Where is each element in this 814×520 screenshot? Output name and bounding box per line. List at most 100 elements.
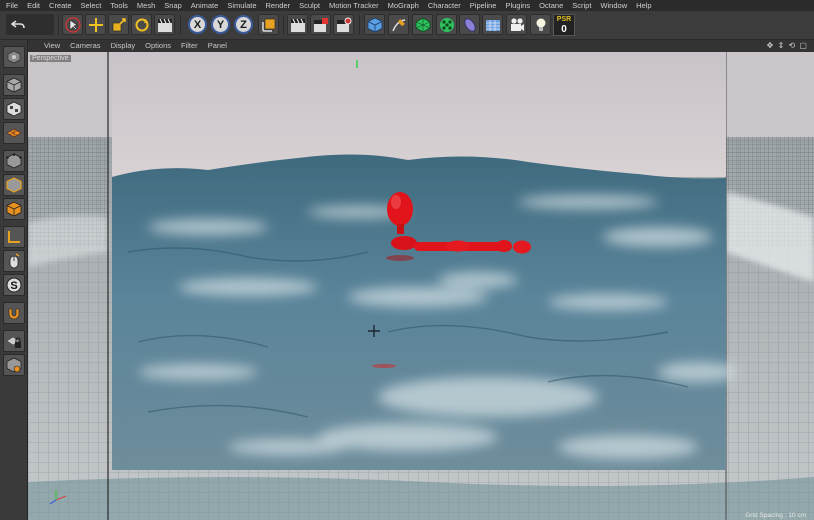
model-mode-button[interactable] [3, 74, 25, 96]
viewport-menu-bar: View Cameras Display Options Filter Pane… [28, 40, 814, 52]
menu-help[interactable]: Help [636, 0, 651, 11]
viewport-menu-cameras[interactable]: Cameras [70, 40, 100, 52]
main-toolbar: X Y Z PSR 0 [0, 11, 814, 40]
light-bulb-icon [536, 18, 545, 31]
menu-plugins[interactable]: Plugins [505, 0, 530, 11]
cloner-icon [439, 17, 454, 32]
camera-label: Perspective [30, 55, 71, 62]
snap-s-icon: S [6, 277, 22, 293]
cursor-select-icon [64, 16, 81, 33]
move-tool-button[interactable] [85, 14, 106, 35]
grid-spacing-label: Grid Spacing : 10 cm [745, 512, 806, 519]
menu-script[interactable]: Script [572, 0, 591, 11]
coordinate-system-button[interactable] [258, 14, 279, 35]
floor-scene-button[interactable] [482, 14, 503, 35]
camera-icon [510, 17, 524, 31]
workplane-mode-button[interactable] [3, 122, 25, 144]
psr-label: PSR [556, 16, 572, 23]
menu-bar: File Edit Create Select Tools Mesh Snap … [0, 0, 814, 11]
snapping-button[interactable]: S [3, 274, 25, 296]
planar-workplane-button[interactable] [3, 354, 25, 376]
menu-tools[interactable]: Tools [110, 0, 128, 11]
menu-character[interactable]: Character [428, 0, 461, 11]
texture-checker-icon [6, 101, 22, 117]
menu-render[interactable]: Render [266, 0, 291, 11]
light-button[interactable] [530, 14, 551, 35]
psr-value: 0 [561, 24, 567, 35]
viewport-menu-view[interactable]: View [44, 40, 60, 52]
make-editable-button[interactable] [3, 46, 25, 68]
render-picture-viewer-button[interactable] [310, 14, 331, 35]
coordinate-system-icon [261, 18, 275, 32]
undo-icon [11, 19, 25, 28]
camera-button[interactable] [506, 14, 527, 35]
svg-text:S: S [10, 280, 17, 292]
deformer-icon [463, 17, 476, 32]
render-settings-icon [336, 17, 351, 32]
live-selection-button[interactable] [62, 14, 83, 35]
rotate-tool-button[interactable] [131, 14, 152, 35]
menu-file[interactable]: File [6, 0, 18, 11]
planar-lock-icon [6, 357, 22, 373]
edges-cube-icon [6, 177, 22, 193]
viewport-scene [28, 52, 814, 520]
menu-create[interactable]: Create [49, 0, 72, 11]
axis-corner-icon [8, 231, 20, 243]
cloner-button[interactable] [436, 14, 457, 35]
edges-mode-button[interactable] [3, 174, 25, 196]
recent-tools-button[interactable] [154, 14, 175, 35]
magnet-icon [8, 308, 20, 320]
subdivision-surface-button[interactable] [412, 14, 433, 35]
menu-animate[interactable]: Animate [191, 0, 219, 11]
polygons-cube-icon [6, 201, 22, 217]
move-icon [88, 17, 103, 32]
z-axis-lock-button[interactable]: Z [234, 15, 253, 34]
viewport-menu-filter[interactable]: Filter [181, 40, 198, 52]
menu-mograph[interactable]: MoGraph [388, 0, 419, 11]
tweak-mouse-icon [9, 253, 20, 269]
menu-sculpt[interactable]: Sculpt [299, 0, 320, 11]
scale-tool-button[interactable] [108, 14, 129, 35]
menu-simulate[interactable]: Simulate [227, 0, 256, 11]
menu-motion-tracker[interactable]: Motion Tracker [329, 0, 379, 11]
points-cube-icon [6, 153, 22, 169]
tweak-mode-button[interactable] [3, 250, 25, 272]
render-picture-viewer-icon [313, 17, 328, 32]
x-axis-lock-button[interactable]: X [188, 15, 207, 34]
menu-edit[interactable]: Edit [27, 0, 40, 11]
locked-workplane-button[interactable] [3, 330, 25, 352]
points-mode-button[interactable] [3, 150, 25, 172]
snap-enable-button[interactable] [3, 302, 25, 324]
axis-mode-button[interactable] [3, 226, 25, 248]
subdivision-icon [415, 17, 430, 32]
render-settings-button[interactable] [333, 14, 354, 35]
left-tool-palette: S [0, 40, 28, 520]
cube-icon [367, 17, 382, 32]
menu-window[interactable]: Window [600, 0, 627, 11]
menu-snap[interactable]: Snap [164, 0, 182, 11]
menu-octane[interactable]: Octane [539, 0, 563, 11]
texture-mode-button[interactable] [3, 98, 25, 120]
psr-indicator[interactable]: PSR 0 [553, 14, 575, 36]
polygons-mode-button[interactable] [3, 198, 25, 220]
floor-grid-icon [485, 19, 500, 31]
viewport-menu-display[interactable]: Display [111, 40, 136, 52]
rotate-icon [135, 18, 148, 31]
perspective-viewport[interactable]: Perspective Grid Spacing : 10 cm [28, 52, 814, 520]
menu-select[interactable]: Select [81, 0, 102, 11]
menu-mesh[interactable]: Mesh [137, 0, 155, 11]
y-axis-lock-button[interactable]: Y [211, 15, 230, 34]
render-view-icon [290, 18, 305, 32]
viewport-navigation-icons[interactable]: ✥ ⇕ ⟲ ▢ [767, 40, 808, 52]
deformer-button[interactable] [459, 14, 480, 35]
viewport-menu-options[interactable]: Options [145, 40, 171, 52]
render-view-button[interactable] [287, 14, 308, 35]
pen-icon [391, 18, 405, 31]
lock-grid-icon [6, 336, 21, 348]
pen-spline-button[interactable] [388, 14, 409, 35]
cube-object-button[interactable] [364, 14, 385, 35]
make-editable-icon [7, 50, 21, 64]
viewport-menu-panel[interactable]: Panel [208, 40, 227, 52]
menu-pipeline[interactable]: Pipeline [470, 0, 497, 11]
undo-button[interactable] [6, 14, 54, 35]
